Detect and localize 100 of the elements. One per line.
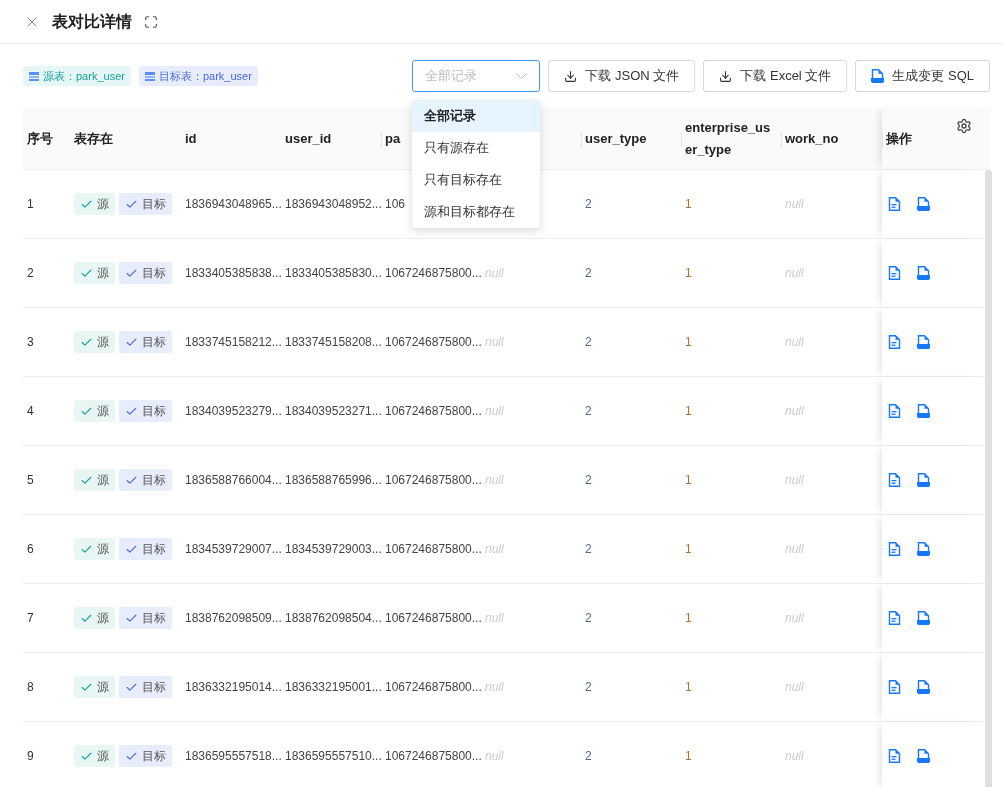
- target-tag: 目标: [119, 193, 172, 215]
- table-cell-text: 1067246875800...: [385, 541, 482, 558]
- table-cell-text: 1836943048965...: [185, 196, 282, 213]
- row-number: 2: [27, 265, 34, 282]
- row-number: 4: [27, 403, 34, 420]
- row-number: 7: [27, 610, 34, 627]
- sql-file-icon[interactable]: [917, 473, 930, 487]
- dropdown-option[interactable]: 源和目标都存在: [412, 196, 541, 228]
- table-cell-text: 1067246875800...: [385, 748, 482, 765]
- table-cell-text: 1838762098509...: [185, 610, 282, 627]
- column-header: id: [185, 129, 197, 148]
- select-placeholder: 全部记录: [425, 67, 478, 86]
- table-cell-text: 1834039523279...: [185, 403, 282, 420]
- table-cell-text: 2: [585, 472, 592, 489]
- target-tag: 目标: [119, 400, 172, 422]
- row-number: 6: [27, 541, 34, 558]
- file-icon[interactable]: [888, 266, 901, 280]
- target-tag: 目标: [119, 538, 172, 560]
- sql-file-icon[interactable]: [917, 404, 930, 418]
- sql-file-icon[interactable]: [917, 335, 930, 349]
- table-cell-text: 1833405385838...: [185, 265, 282, 282]
- table-cell-text: 1834539729003...: [285, 541, 382, 558]
- sql-file-icon[interactable]: [917, 266, 930, 280]
- source-tag: 源: [74, 607, 115, 629]
- target-tag: 目标: [119, 676, 172, 698]
- table-cell-text: 1836332195014...: [185, 679, 282, 696]
- sql-file-icon[interactable]: [871, 69, 885, 83]
- sql-file-icon[interactable]: [917, 542, 930, 556]
- source-tag: 源: [74, 469, 115, 491]
- source-tag: 源: [74, 193, 115, 215]
- dropdown-option[interactable]: 只有源存在: [412, 132, 541, 164]
- fullscreen-icon[interactable]: [144, 14, 158, 29]
- table-cell-text: 1836595557510...: [285, 748, 382, 765]
- download-icon: [719, 69, 733, 83]
- table-cell-text: 106: [385, 196, 406, 213]
- column-header: 序号: [27, 129, 53, 148]
- target-tag: 目标: [119, 469, 172, 491]
- table-cell-text: 1: [685, 679, 692, 696]
- row-number: 8: [27, 679, 34, 696]
- sql-file-icon[interactable]: [917, 197, 930, 211]
- table-cell-text: 2: [585, 748, 592, 765]
- file-icon[interactable]: [888, 404, 901, 418]
- table-cell-text: 1834539729007...: [185, 541, 282, 558]
- table-cell-text: 1067246875800...: [385, 472, 482, 489]
- dialog-title: 表对比详情: [52, 11, 132, 32]
- source-tag: 源: [74, 400, 115, 422]
- settings-icon[interactable]: [956, 118, 972, 134]
- table-cell-text: 1: [685, 541, 692, 558]
- sql-file-icon[interactable]: [917, 749, 930, 763]
- row-number: 3: [27, 334, 34, 351]
- table-cell-text: 2: [585, 610, 592, 627]
- generate-sql-button[interactable]: 生成变更 SQL: [855, 60, 990, 92]
- table-icon: [144, 71, 155, 81]
- row-number: 1: [27, 196, 34, 213]
- dropdown-option[interactable]: 全部记录: [412, 100, 541, 132]
- column-header: user_id: [285, 129, 332, 148]
- source-tag: 源: [74, 262, 115, 284]
- table-cell-text: 1836588766004...: [185, 472, 282, 489]
- source-tag: 源: [74, 676, 115, 698]
- table-cell-text: 1836332195001...: [285, 679, 382, 696]
- table-cell-text: 1: [685, 610, 692, 627]
- table-tag: 源表：park_user: [23, 66, 131, 86]
- table-icon: [29, 71, 39, 81]
- dropdown-option[interactable]: 只有目标存在: [412, 164, 541, 196]
- table-cell-text: 1834039523271...: [285, 403, 382, 420]
- table-cell-text: 2: [585, 679, 592, 696]
- download-button[interactable]: 下载 Excel 文件: [703, 60, 848, 92]
- table-tag: 目标表：park_user: [138, 66, 258, 86]
- source-tag: 源: [74, 331, 115, 353]
- row-number: 9: [27, 748, 34, 765]
- table-cell-text: 1067246875800...: [385, 679, 482, 696]
- table-cell-text: 1833405385830...: [285, 265, 382, 282]
- table-cell-text: 2: [585, 541, 592, 558]
- table-cell-text: 1067246875800...: [385, 265, 482, 282]
- file-icon[interactable]: [888, 680, 901, 694]
- table-cell-text: 2: [585, 265, 592, 282]
- column-header: 操作: [886, 129, 912, 148]
- table-cell-text: 1836588765996...: [285, 472, 382, 489]
- table-cell-text: 1836943048952...: [285, 196, 382, 213]
- target-tag: 目标: [119, 745, 172, 767]
- table-cell-text: 2: [585, 334, 592, 351]
- sql-file-icon[interactable]: [917, 611, 930, 625]
- target-tag: 目标: [119, 607, 172, 629]
- table-cell-text: 1: [685, 334, 692, 351]
- column-header: pa: [385, 129, 401, 148]
- chevron-down-icon: [516, 72, 528, 80]
- download-button[interactable]: 下载 JSON 文件: [548, 60, 696, 92]
- file-icon[interactable]: [888, 542, 901, 556]
- target-tag: 目标: [119, 262, 172, 284]
- table-cell-text: 1: [685, 748, 692, 765]
- file-icon[interactable]: [888, 197, 901, 211]
- scrollbar[interactable]: [985, 170, 992, 787]
- table-cell-text: 1836595557518...: [185, 748, 282, 765]
- file-icon[interactable]: [888, 473, 901, 487]
- sql-file-icon[interactable]: [917, 680, 930, 694]
- source-tag: 源: [74, 745, 115, 767]
- table-cell-text: 1: [685, 403, 692, 420]
- file-icon[interactable]: [888, 749, 901, 763]
- file-icon[interactable]: [888, 611, 901, 625]
- file-icon[interactable]: [888, 335, 901, 349]
